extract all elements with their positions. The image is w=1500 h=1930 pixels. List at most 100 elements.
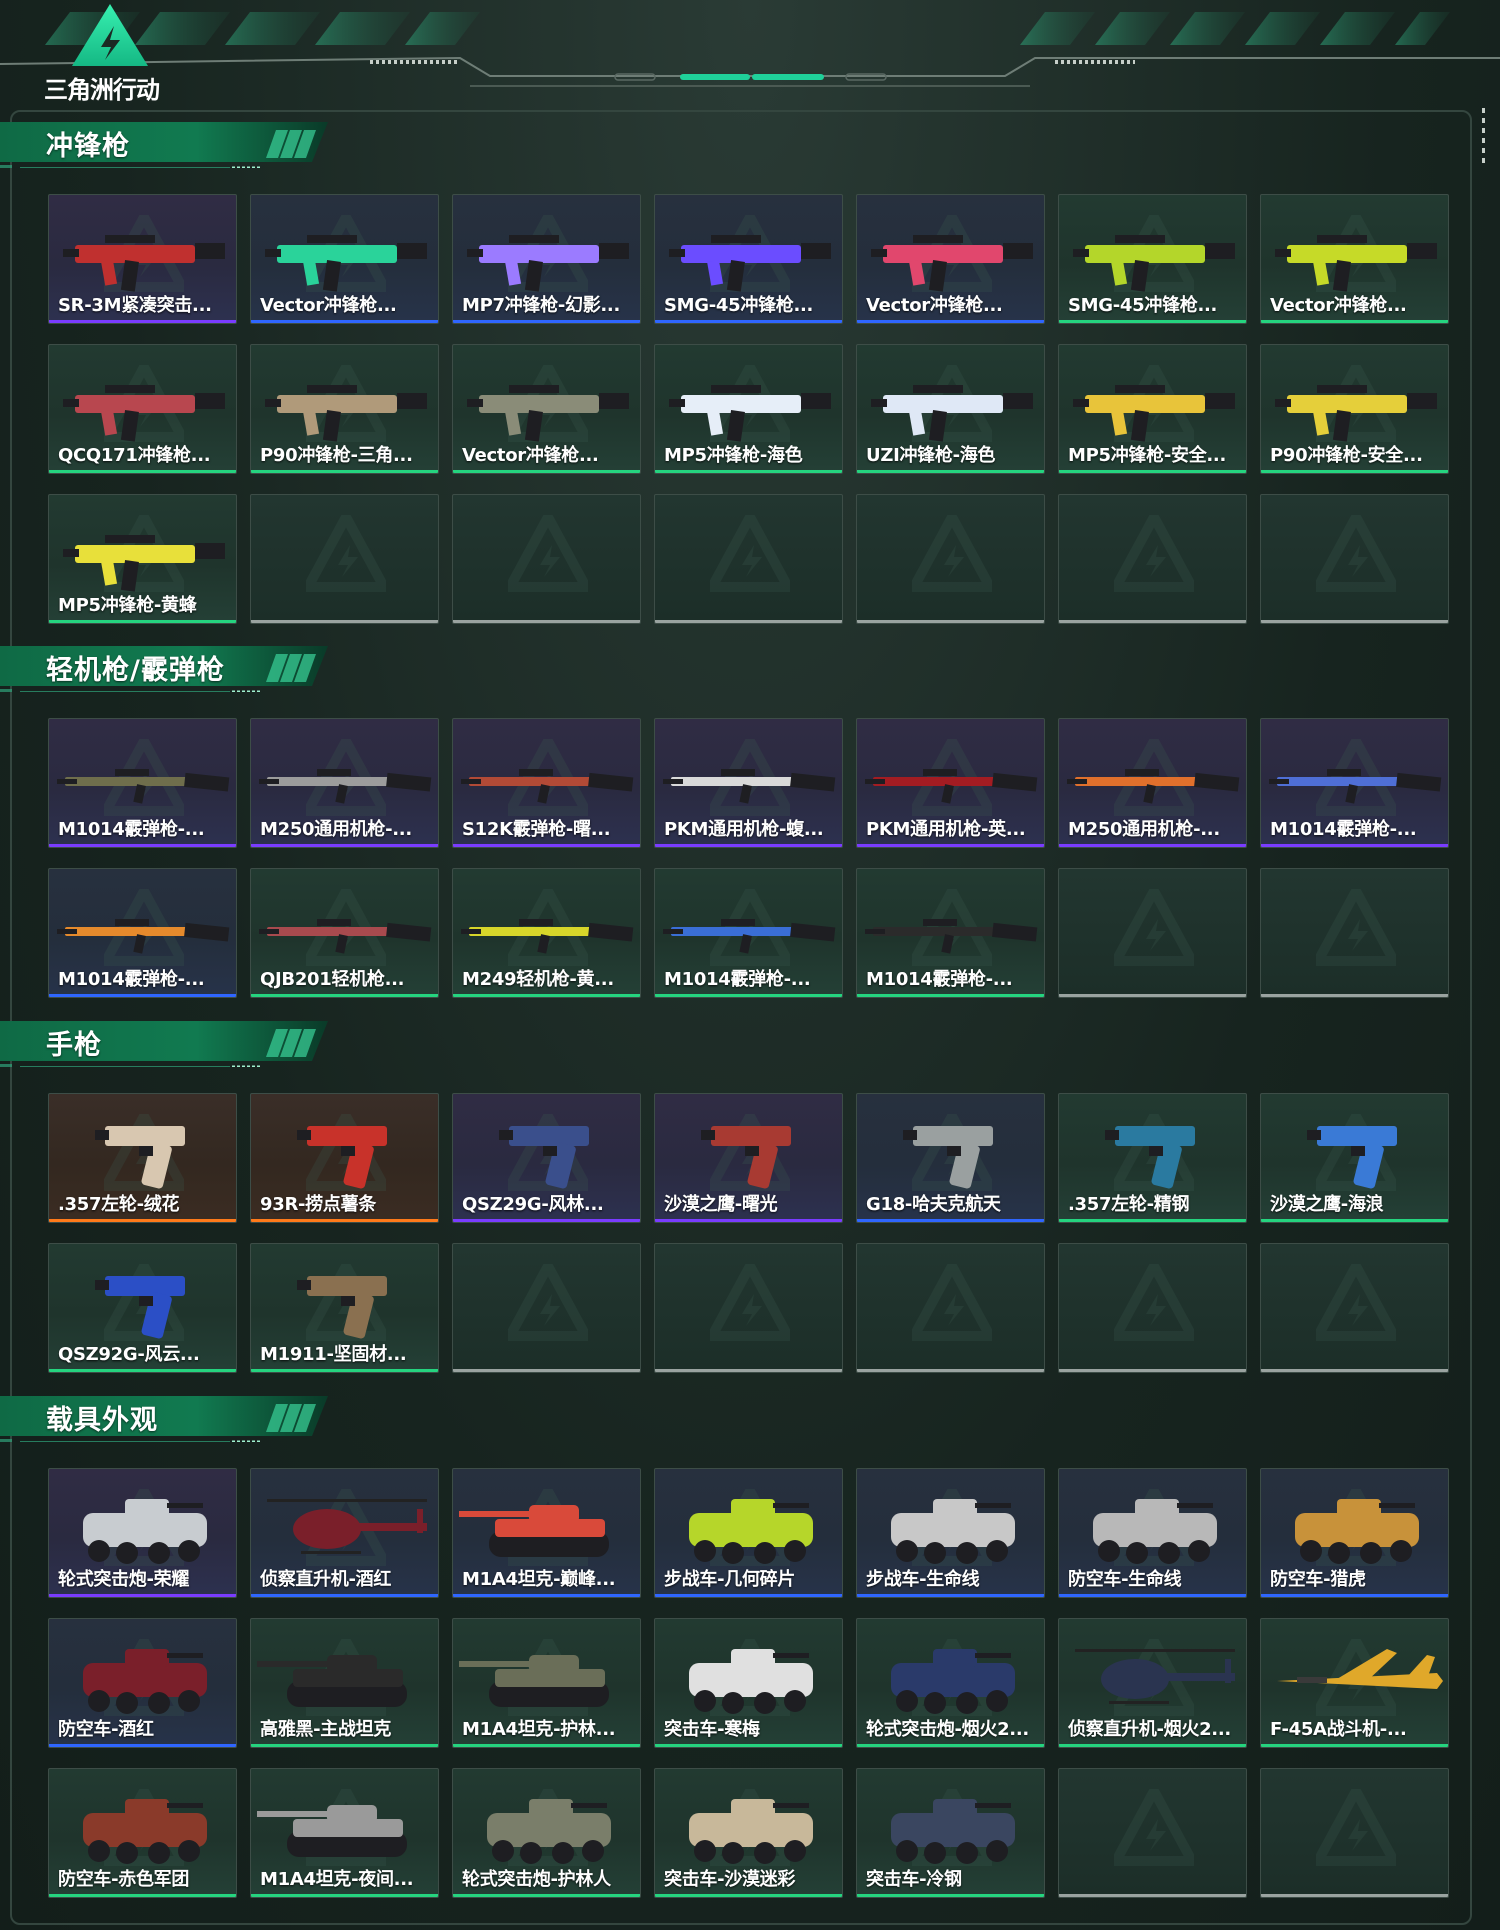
watermark-logo-icon (1316, 1264, 1396, 1341)
section-header: 轻机枪/霰弹枪 (0, 642, 330, 692)
rifle-icon (663, 769, 836, 804)
item-card[interactable]: 突击车-沙漠迷彩 (654, 1768, 843, 1898)
item-label: M1A4坦克-夜间... (260, 1869, 414, 1890)
item-card[interactable]: 沙漠之鹰-曙光 (654, 1093, 843, 1223)
item-card[interactable]: S12K霰弹枪-曙... (452, 718, 641, 848)
item-label: 沙漠之鹰-曙光 (664, 1194, 778, 1215)
item-label: 防空车-猎虎 (1270, 1569, 1366, 1590)
rifle-icon (1269, 769, 1442, 804)
item-card[interactable]: MP5冲锋枪-安全... (1058, 344, 1247, 474)
item-label: QSZ92G-风云... (58, 1344, 200, 1365)
item-label: Vector冲锋枪... (462, 445, 599, 466)
rifle-icon (461, 919, 634, 954)
watermark-logo-icon (912, 1264, 992, 1341)
tank-icon (459, 1655, 609, 1707)
item-card[interactable]: M1014霰弹枪-... (654, 868, 843, 998)
item-card[interactable]: M1A4坦克-巅峰... (452, 1468, 641, 1598)
item-card[interactable]: SMG-45冲锋枪... (1058, 194, 1247, 324)
item-card[interactable]: PKM通用机枪-英... (856, 718, 1045, 848)
item-card[interactable]: .357左轮-绒花 (48, 1093, 237, 1223)
item-card[interactable]: 轮式突击炮-烟火2... (856, 1618, 1045, 1748)
pistol-icon (297, 1126, 387, 1189)
item-card[interactable]: 轮式突击炮-护林人 (452, 1768, 641, 1898)
item-card[interactable]: QSZ92G-风云... (48, 1243, 237, 1373)
quality-bar (251, 620, 438, 623)
item-card[interactable]: 突击车-冷钢 (856, 1768, 1045, 1898)
item-card[interactable]: QSZ29G-风林... (452, 1093, 641, 1223)
quality-bar (857, 470, 1044, 473)
item-card[interactable]: M1014霰弹枪-... (48, 868, 237, 998)
item-card[interactable]: M1911-坚固材... (250, 1243, 439, 1373)
empty-slot (1260, 1243, 1449, 1373)
item-label: UZI冲锋枪-海色 (866, 445, 996, 466)
item-card[interactable]: 轮式突击炮-荣耀 (48, 1468, 237, 1598)
item-card[interactable]: 突击车-寒梅 (654, 1618, 843, 1748)
item-card[interactable]: UZI冲锋枪-海色 (856, 344, 1045, 474)
item-card[interactable]: 沙漠之鹰-海浪 (1260, 1093, 1449, 1223)
item-card[interactable]: PKM通用机枪-蝮... (654, 718, 843, 848)
quality-bar (857, 1219, 1044, 1222)
item-card[interactable]: M1014霰弹枪-... (48, 718, 237, 848)
quality-bar (1261, 470, 1448, 473)
quality-bar (1261, 620, 1448, 623)
item-card[interactable]: 防空车-猎虎 (1260, 1468, 1449, 1598)
item-card[interactable]: MP5冲锋枪-海色 (654, 344, 843, 474)
helicopter-icon (267, 1499, 427, 1554)
smg-icon (669, 235, 831, 292)
quality-bar (49, 844, 236, 847)
item-card[interactable]: P90冲锋枪-三角... (250, 344, 439, 474)
quality-bar (251, 320, 438, 323)
item-card[interactable]: 93R-捞点薯条 (250, 1093, 439, 1223)
quality-bar (49, 1369, 236, 1372)
vehicle-icon (689, 1799, 813, 1864)
watermark-logo-icon (1114, 515, 1194, 592)
item-card[interactable]: QJB201轻机枪... (250, 868, 439, 998)
item-card[interactable]: M1014霰弹枪-... (856, 868, 1045, 998)
item-label: M250通用机枪-... (260, 819, 412, 840)
item-card[interactable]: M250通用机枪-... (250, 718, 439, 848)
quality-bar (1059, 620, 1246, 623)
empty-slot (452, 494, 641, 624)
item-card[interactable]: SMG-45冲锋枪... (654, 194, 843, 324)
rifle-icon (57, 769, 230, 804)
quality-bar (1261, 1369, 1448, 1372)
item-card[interactable]: 防空车-酒红 (48, 1618, 237, 1748)
empty-slot (654, 494, 843, 624)
item-card[interactable]: 侦察直升机-酒红 (250, 1468, 439, 1598)
empty-slot (1260, 1768, 1449, 1898)
item-card[interactable]: SR-3M紧凑突击... (48, 194, 237, 324)
item-card[interactable]: M1A4坦克-护林... (452, 1618, 641, 1748)
item-card[interactable]: M249轻机枪-黄... (452, 868, 641, 998)
item-card[interactable]: 防空车-赤色军团 (48, 1768, 237, 1898)
item-card[interactable]: Vector冲锋枪... (1260, 194, 1449, 324)
empty-slot (452, 1243, 641, 1373)
item-card[interactable]: MP5冲锋枪-黄蜂 (48, 494, 237, 624)
quality-bar (857, 1894, 1044, 1897)
section-header: 冲锋枪 (0, 118, 330, 168)
item-card[interactable]: QCQ171冲锋枪... (48, 344, 237, 474)
scroll-indicator[interactable] (1480, 108, 1488, 178)
item-card[interactable]: Vector冲锋枪... (856, 194, 1045, 324)
watermark-logo-icon (508, 1264, 588, 1341)
item-card[interactable]: Vector冲锋枪... (452, 344, 641, 474)
item-card[interactable]: .357左轮-精钢 (1058, 1093, 1247, 1223)
watermark-logo-icon (1316, 515, 1396, 592)
item-card[interactable]: M250通用机枪-... (1058, 718, 1247, 848)
quality-bar (1261, 1744, 1448, 1747)
item-card[interactable]: 防空车-生命线 (1058, 1468, 1247, 1598)
item-card[interactable]: 步战车-几何碎片 (654, 1468, 843, 1598)
item-card[interactable]: M1A4坦克-夜间... (250, 1768, 439, 1898)
item-card[interactable]: F-45A战斗机-... (1260, 1618, 1449, 1748)
item-card[interactable]: G18-哈夫克航天 (856, 1093, 1045, 1223)
item-label: QCQ171冲锋枪... (58, 445, 211, 466)
item-card[interactable]: MP7冲锋枪-幻影... (452, 194, 641, 324)
vehicle-icon (891, 1499, 1015, 1564)
quality-bar (857, 1744, 1044, 1747)
item-card[interactable]: 侦察直升机-烟火2... (1058, 1618, 1247, 1748)
item-card[interactable]: P90冲锋枪-安全... (1260, 344, 1449, 474)
item-card[interactable]: 高雅黑-主战坦克 (250, 1618, 439, 1748)
item-card[interactable]: Vector冲锋枪... (250, 194, 439, 324)
item-card[interactable]: M1014霰弹枪-... (1260, 718, 1449, 848)
item-card[interactable]: 步战车-生命线 (856, 1468, 1045, 1598)
item-label: M249轻机枪-黄... (462, 969, 614, 990)
